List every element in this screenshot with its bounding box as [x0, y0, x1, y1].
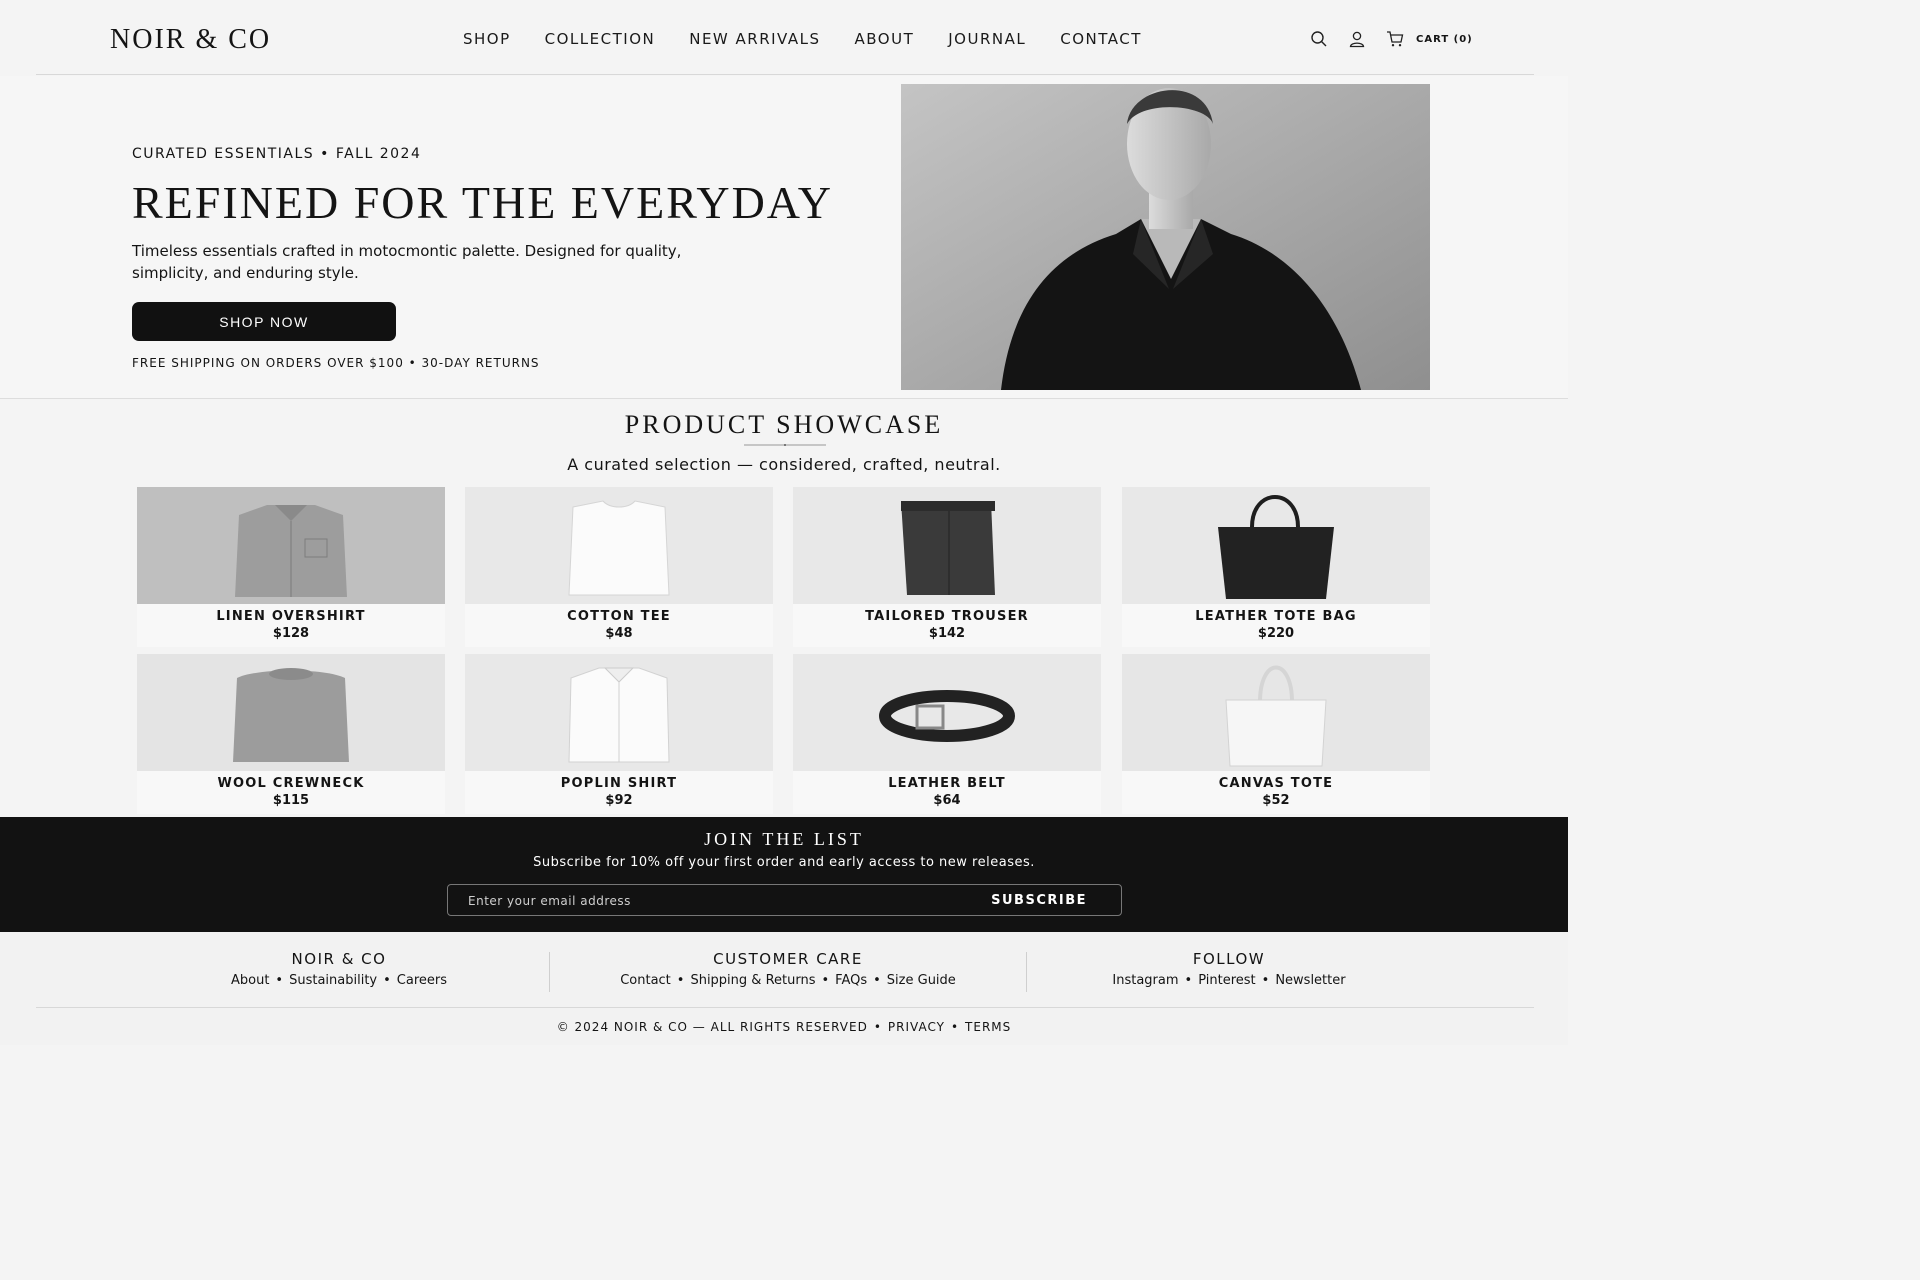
- copyright-bar: © 2024 NOIR & CO — ALL RIGHTS RESERVED • P…: [556, 1020, 1012, 1034]
- footer-heading: NOIR & CO: [291, 950, 387, 968]
- shop-now-button[interactable]: SHOP NOW: [132, 302, 396, 341]
- leather-tote-image: [1122, 487, 1430, 604]
- product-card[interactable]: LEATHER TOTE BAG $220: [1122, 487, 1430, 647]
- nav-shop[interactable]: SHOP: [463, 30, 511, 48]
- main-nav: SHOP COLLECTION NEW ARRIVALS ABOUT JOURN…: [463, 30, 1176, 48]
- showcase-subtitle: A curated selection — considered, crafte…: [567, 455, 1001, 474]
- nav-contact[interactable]: CONTACT: [1060, 30, 1142, 48]
- footer-link-size-guide[interactable]: Size Guide: [887, 973, 956, 988]
- product-price: $64: [933, 793, 961, 808]
- product-name[interactable]: LEATHER BELT: [793, 776, 1101, 791]
- footer-link-pinterest[interactable]: Pinterest: [1198, 973, 1255, 988]
- newsletter-form: SUBSCRIBE: [447, 884, 1122, 917]
- newsletter-title: JOIN THE LIST: [704, 829, 864, 849]
- nav-new-arrivals[interactable]: NEW ARRIVALS: [689, 30, 820, 48]
- product-card[interactable]: WOOL CREWNECK $115: [137, 654, 445, 814]
- product-price: $92: [605, 793, 633, 808]
- product-price: $48: [605, 626, 633, 641]
- footer-link-instagram[interactable]: Instagram: [1112, 973, 1178, 988]
- cart-link[interactable]: CART (0): [1416, 34, 1473, 45]
- nav-journal[interactable]: JOURNAL: [948, 30, 1026, 48]
- product-price: $52: [1262, 793, 1290, 808]
- cart-icon[interactable]: [1386, 30, 1404, 48]
- trouser-image: [793, 487, 1101, 604]
- footer-link-about[interactable]: About: [231, 973, 269, 988]
- hero-description: Timeless essentials crafted in motocmont…: [132, 242, 682, 282]
- footer-heading: CUSTOMER CARE: [713, 950, 863, 968]
- footer-link-sustainability[interactable]: Sustainability: [289, 973, 377, 988]
- poplin-shirt-image: [465, 654, 773, 771]
- brand-logo[interactable]: NOIR & CO: [110, 24, 271, 56]
- product-price: $220: [1257, 626, 1295, 641]
- product-card[interactable]: TAILORED TROUSER $142: [793, 487, 1101, 647]
- footer-link-faqs[interactable]: FAQs: [835, 973, 867, 988]
- subscribe-button[interactable]: SUBSCRIBE: [985, 885, 1093, 915]
- footer-heading: FOLLOW: [1192, 950, 1266, 968]
- search-icon[interactable]: [1310, 30, 1328, 48]
- product-card[interactable]: LEATHER BELT $64: [793, 654, 1101, 814]
- product-name[interactable]: POPLIN SHIRT: [465, 776, 773, 791]
- account-icon[interactable]: [1348, 30, 1366, 48]
- product-price: $128: [272, 626, 310, 641]
- shipping-note: FREE SHIPPING ON ORDERS OVER $100 • 30-D…: [132, 356, 540, 370]
- terms-link[interactable]: TERMS: [965, 1020, 1011, 1034]
- newsletter-section: JOIN THE LIST Subscribe for 10% off your…: [0, 817, 1568, 932]
- product-card[interactable]: COTTON TEE $48: [465, 487, 773, 647]
- product-name[interactable]: WOOL CREWNECK: [137, 776, 445, 791]
- product-name[interactable]: CANVAS TOTE: [1122, 776, 1430, 791]
- product-name[interactable]: TAILORED TROUSER: [793, 609, 1101, 624]
- showcase-title: PRODUCT SHOWCASE: [624, 410, 944, 439]
- footer-divider: [1026, 952, 1027, 992]
- product-card[interactable]: POPLIN SHIRT $92: [465, 654, 773, 814]
- product-card[interactable]: LINEN OVERSHIRT $128: [137, 487, 445, 647]
- product-card[interactable]: CANVAS TOTE $52: [1122, 654, 1430, 814]
- belt-image: [793, 654, 1101, 771]
- footer-link-careers[interactable]: Careers: [397, 973, 447, 988]
- hero-divider: [0, 398, 1568, 399]
- tee-image: [465, 487, 773, 604]
- footer-divider: [549, 952, 550, 992]
- product-name[interactable]: LEATHER TOTE BAG: [1122, 609, 1430, 624]
- privacy-link[interactable]: PRIVACY: [888, 1020, 945, 1034]
- footer-rule: [36, 1007, 1534, 1008]
- footer-link-shipping[interactable]: Shipping & Returns: [690, 973, 815, 988]
- product-name[interactable]: LINEN OVERSHIRT: [137, 609, 445, 624]
- footer-column-brand: NOIR & CO About • Sustainability • Careers: [190, 950, 488, 988]
- footer-column-care: CUSTOMER CARE Contact • Shipping & Returns…: [588, 950, 988, 988]
- site-header: NOIR & CO SHOP COLLECTION NEW ARRIVALS A…: [0, 0, 1568, 76]
- nav-collection[interactable]: COLLECTION: [545, 30, 656, 48]
- header-actions: CART (0): [1310, 30, 1473, 48]
- crewneck-image: [137, 654, 445, 771]
- email-input[interactable]: [466, 885, 970, 917]
- product-price: $142: [928, 626, 966, 641]
- footer-column-follow: FOLLOW Instagram • Pinterest • Newsletter: [1080, 950, 1378, 988]
- hero-eyebrow: CURATED ESSENTIALS • FALL 2024: [132, 146, 422, 162]
- canvas-tote-image: [1122, 654, 1430, 771]
- newsletter-subtitle: Subscribe for 10% off your first order a…: [533, 855, 1035, 870]
- footer-link-newsletter[interactable]: Newsletter: [1275, 973, 1345, 988]
- hero-model-image: [901, 84, 1430, 390]
- footer-link-contact[interactable]: Contact: [620, 973, 671, 988]
- overshirt-image: [137, 487, 445, 604]
- hero-title: REFINED FOR THE EVERYDAY: [132, 177, 834, 228]
- hero-section: CURATED ESSENTIALS • FALL 2024 REFINED F…: [0, 76, 1568, 398]
- product-name[interactable]: COTTON TEE: [465, 609, 773, 624]
- header-divider: [36, 74, 1534, 75]
- site-footer: NOIR & CO About • Sustainability • Careers C…: [0, 932, 1568, 1045]
- product-price: $115: [272, 793, 310, 808]
- title-ornament: [744, 444, 826, 446]
- copyright-text: © 2024 NOIR & CO — ALL RIGHTS RESERVED: [556, 1020, 868, 1034]
- nav-about[interactable]: ABOUT: [855, 30, 915, 48]
